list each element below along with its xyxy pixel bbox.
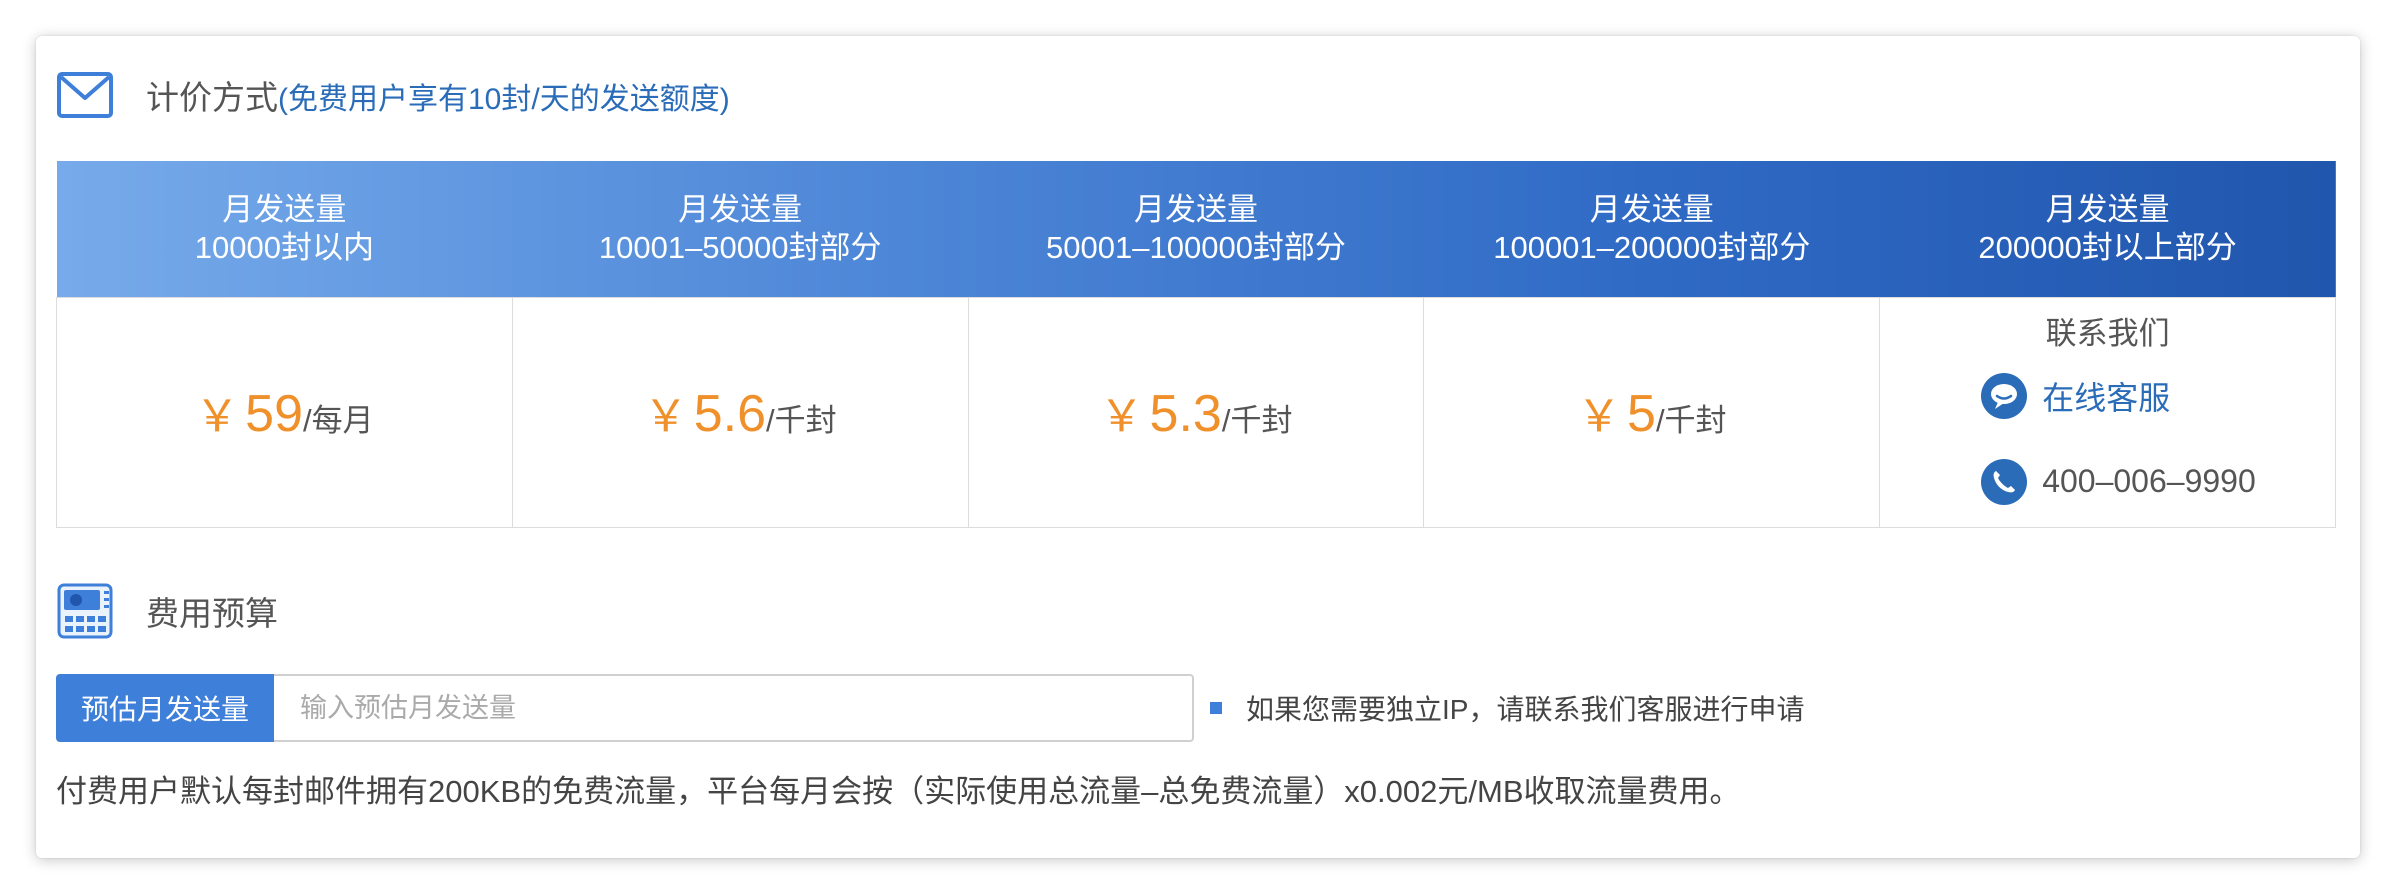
price-cell: ￥ 5.6/千封	[511, 296, 969, 528]
price-unit: /千封	[766, 403, 837, 438]
tier-header: 月发送量 10001–50000封部分	[512, 161, 968, 297]
pricing-header: 计价方式(免费用户享有10封/天的发送额度)	[56, 66, 730, 124]
currency-symbol: ￥	[643, 392, 688, 441]
dedicated-ip-note: 如果您需要独立IP，请联系我们客服进行申请	[1210, 688, 1804, 728]
tier-header: 月发送量 10000封以内	[57, 161, 513, 297]
price-unit: /每月	[303, 403, 374, 438]
tier-header-label: 月发送量	[222, 191, 347, 227]
online-service-label[interactable]: 在线客服	[2042, 373, 2170, 419]
contact-title: 联系我们	[2045, 315, 2170, 351]
price-value: ￥ 59/每月	[195, 380, 373, 444]
tier-header-label: 月发送量	[2045, 191, 2170, 227]
price-number: 5	[1627, 385, 1656, 443]
currency-symbol: ￥	[195, 392, 240, 441]
pricing-title: 计价方式(免费用户享有10封/天的发送额度)	[146, 71, 730, 119]
chat-bubble-icon	[1981, 372, 2028, 419]
contact-cell: 联系我们 在线客服 400–006–9990	[1879, 296, 2336, 528]
budget-header: 费用预算	[56, 582, 278, 640]
phone-icon	[1981, 458, 2028, 505]
tier-header-label: 月发送量	[678, 191, 803, 227]
price-number: 5.3	[1149, 385, 1222, 443]
price-number: 59	[245, 385, 303, 443]
budget-title: 费用预算	[146, 595, 278, 632]
budget-form: 预估月发送量 如果您需要独立IP，请联系我们客服进行申请	[56, 674, 1804, 742]
price-value: ￥ 5.6/千封	[644, 380, 837, 444]
pricing-card: 计价方式(免费用户享有10封/天的发送额度) 月发送量 10000封以内 月发送量…	[36, 36, 2360, 858]
tier-header-range: 10000封以内	[194, 229, 374, 265]
price-table-header-row: 月发送量 10000封以内 月发送量 10001–50000封部分 月发送量 5000…	[56, 161, 2336, 297]
tier-header: 月发送量 100001–200000封部分	[1424, 161, 1880, 297]
free-quota-note: (免费用户享有10封/天的发送额度)	[278, 83, 730, 116]
online-service-link[interactable]: 在线客服	[1980, 372, 2170, 420]
phone-contact: 400–006–9990	[1980, 458, 2256, 506]
tier-header: 月发送量 200000封以上部分	[1880, 161, 2336, 297]
bullet-square-icon	[1210, 702, 1222, 714]
phone-number: 400–006–9990	[2042, 463, 2256, 499]
price-cell: ￥ 59/每月	[56, 296, 513, 528]
price-unit: /千封	[1221, 403, 1293, 438]
dedicated-ip-text: 如果您需要独立IP，请联系我们客服进行申请	[1246, 694, 1805, 725]
tier-header-label: 月发送量	[1133, 191, 1258, 227]
tier-header-label: 月发送量	[1589, 191, 1714, 227]
price-number: 5.6	[693, 385, 767, 443]
tier-header: 月发送量 50001–100000封部分	[968, 161, 1424, 297]
currency-symbol: ￥	[1577, 392, 1622, 441]
price-unit: /千封	[1655, 403, 1727, 438]
tier-header-range: 200000封以上部分	[1978, 229, 2237, 265]
price-cell: ￥ 5/千封	[1423, 296, 1881, 528]
price-value: ￥ 5.3/千封	[1100, 380, 1293, 444]
price-table: 月发送量 10000封以内 月发送量 10001–50000封部分 月发送量 5000…	[56, 161, 2336, 528]
currency-symbol: ￥	[1099, 392, 1144, 441]
price-row: ￥ 59/每月 ￥ 5.6/千封 ￥ 5.3/千封 ￥ 5/千封 联系我们 在线…	[56, 296, 2336, 528]
monthly-volume-input[interactable]	[274, 674, 1194, 742]
traffic-fee-note: 付费用户默认每封邮件拥有200KB的免费流量，平台每月会按（实际使用总流量–总免…	[56, 774, 1741, 809]
pricing-title-text: 计价方式	[146, 79, 278, 116]
price-value: ￥ 5/千封	[1577, 380, 1727, 444]
calculator-icon	[56, 582, 114, 640]
price-cell: ￥ 5.3/千封	[967, 296, 1425, 528]
tier-header-range: 50001–100000封部分	[1046, 229, 1346, 265]
mail-icon	[56, 66, 114, 124]
tier-header-range: 10001–50000封部分	[598, 229, 882, 265]
tier-header-range: 100001–200000封部分	[1493, 229, 1811, 265]
estimate-button[interactable]: 预估月发送量	[56, 674, 274, 742]
